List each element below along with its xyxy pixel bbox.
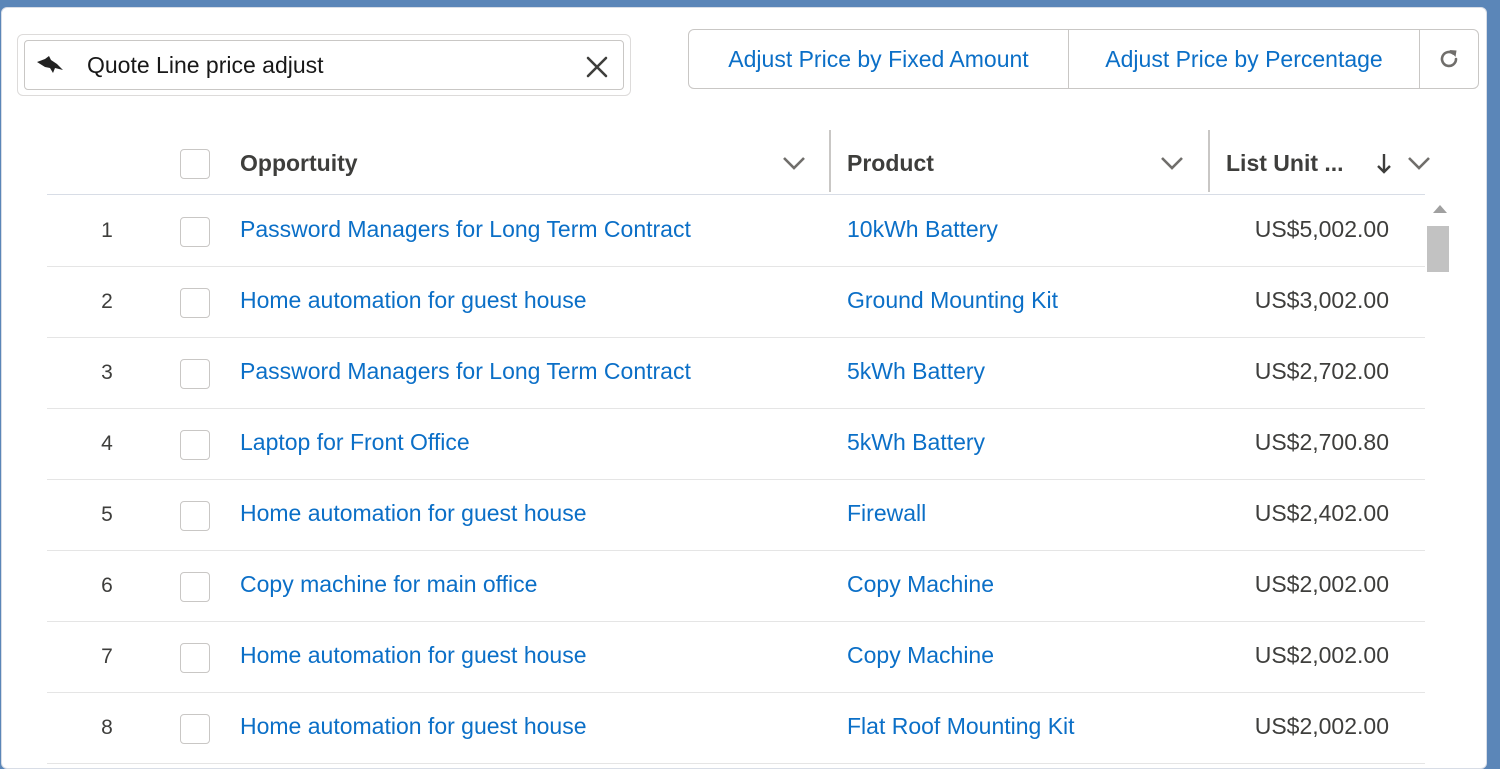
table-row: 7 Home automation for guest house Copy Mac…	[47, 621, 1425, 693]
row-checkbox[interactable]	[180, 714, 210, 744]
opportunity-link[interactable]: Password Managers for Long Term Contract	[240, 358, 691, 385]
adjust-fixed-amount-button[interactable]: Adjust Price by Fixed Amount	[689, 30, 1069, 88]
row-checkbox[interactable]	[180, 288, 210, 318]
chevron-down-icon[interactable]	[781, 154, 807, 172]
scroll-thumb[interactable]	[1427, 226, 1449, 272]
table-row: 1 Password Managers for Long Term Contrac…	[47, 195, 1425, 267]
row-number: 3	[101, 361, 113, 384]
select-all-checkbox[interactable]	[180, 149, 210, 179]
column-divider[interactable]	[1208, 130, 1210, 192]
product-link[interactable]: Copy Machine	[847, 571, 994, 598]
row-number: 2	[101, 290, 113, 313]
opportunity-link[interactable]: Password Managers for Long Term Contract	[240, 216, 691, 243]
product-link[interactable]: 10kWh Battery	[847, 216, 998, 243]
table-row: 6 Copy machine for main office Copy Machin…	[47, 550, 1425, 622]
row-number: 5	[101, 503, 113, 526]
opportunity-link[interactable]: Home automation for guest house	[240, 713, 586, 740]
opportunity-link[interactable]: Home automation for guest house	[240, 287, 586, 314]
vertical-scrollbar[interactable]	[1425, 202, 1453, 766]
action-button-group: Adjust Price by Fixed Amount Adjust Pric…	[688, 29, 1479, 89]
opportunity-link[interactable]: Home automation for guest house	[240, 642, 586, 669]
column-header-opportunity[interactable]: Opportuity	[240, 150, 358, 177]
list-unit-price: US$2,700.80	[1254, 429, 1389, 455]
sort-arrow-down-icon[interactable]	[1375, 152, 1393, 176]
row-checkbox[interactable]	[180, 501, 210, 531]
scroll-up-arrow-icon[interactable]	[1433, 205, 1447, 213]
row-checkbox[interactable]	[180, 572, 210, 602]
datatable-card: Adjust Price by Fixed Amount Adjust Pric…	[1, 7, 1487, 769]
column-header-product[interactable]: Product	[847, 150, 934, 177]
row-number: 7	[101, 645, 113, 668]
row-checkbox[interactable]	[180, 359, 210, 389]
table-row: 8 Home automation for guest house Flat Roo…	[47, 692, 1425, 764]
list-unit-price: US$5,002.00	[1254, 216, 1389, 242]
row-checkbox[interactable]	[180, 643, 210, 673]
opportunity-link[interactable]: Copy machine for main office	[240, 571, 537, 598]
search-input[interactable]	[87, 49, 547, 81]
bird-icon	[37, 56, 63, 73]
chevron-down-icon[interactable]	[1159, 154, 1185, 172]
adjust-percentage-button[interactable]: Adjust Price by Percentage	[1069, 30, 1420, 88]
close-icon[interactable]	[585, 55, 609, 79]
opportunity-link[interactable]: Home automation for guest house	[240, 500, 586, 527]
row-number: 4	[101, 432, 113, 455]
list-unit-price: US$2,002.00	[1254, 713, 1389, 739]
table-header: Opportuity Product List Unit ...	[47, 130, 1430, 195]
refresh-button[interactable]	[1420, 30, 1478, 88]
search-box[interactable]	[24, 40, 624, 90]
list-unit-price: US$2,002.00	[1254, 642, 1389, 668]
row-number: 1	[101, 219, 113, 242]
column-divider[interactable]	[829, 130, 831, 192]
list-unit-price: US$3,002.00	[1254, 287, 1389, 313]
opportunity-link[interactable]: Laptop for Front Office	[240, 429, 470, 456]
product-link[interactable]: Flat Roof Mounting Kit	[847, 713, 1075, 740]
product-link[interactable]: Ground Mounting Kit	[847, 287, 1058, 314]
search-container	[17, 34, 631, 96]
table-row: 5 Home automation for guest house Firewall…	[47, 479, 1425, 551]
table-row: 2 Home automation for guest house Ground M…	[47, 266, 1425, 338]
list-unit-price: US$2,402.00	[1254, 500, 1389, 526]
row-checkbox[interactable]	[180, 217, 210, 247]
list-unit-price: US$2,002.00	[1254, 571, 1389, 597]
product-link[interactable]: 5kWh Battery	[847, 429, 985, 456]
column-header-list-unit-price[interactable]: List Unit ...	[1226, 150, 1344, 177]
product-link[interactable]: 5kWh Battery	[847, 358, 985, 385]
chevron-down-icon[interactable]	[1406, 154, 1432, 172]
row-number: 8	[101, 716, 113, 739]
table-row: 3 Password Managers for Long Term Contrac…	[47, 337, 1425, 409]
product-link[interactable]: Copy Machine	[847, 642, 994, 669]
list-unit-price: US$2,702.00	[1254, 358, 1389, 384]
row-number: 6	[101, 574, 113, 597]
product-link[interactable]: Firewall	[847, 500, 926, 527]
table-row: 4 Laptop for Front Office 5kWh Battery US$2…	[47, 408, 1425, 480]
refresh-icon	[1440, 50, 1458, 68]
row-checkbox[interactable]	[180, 430, 210, 460]
